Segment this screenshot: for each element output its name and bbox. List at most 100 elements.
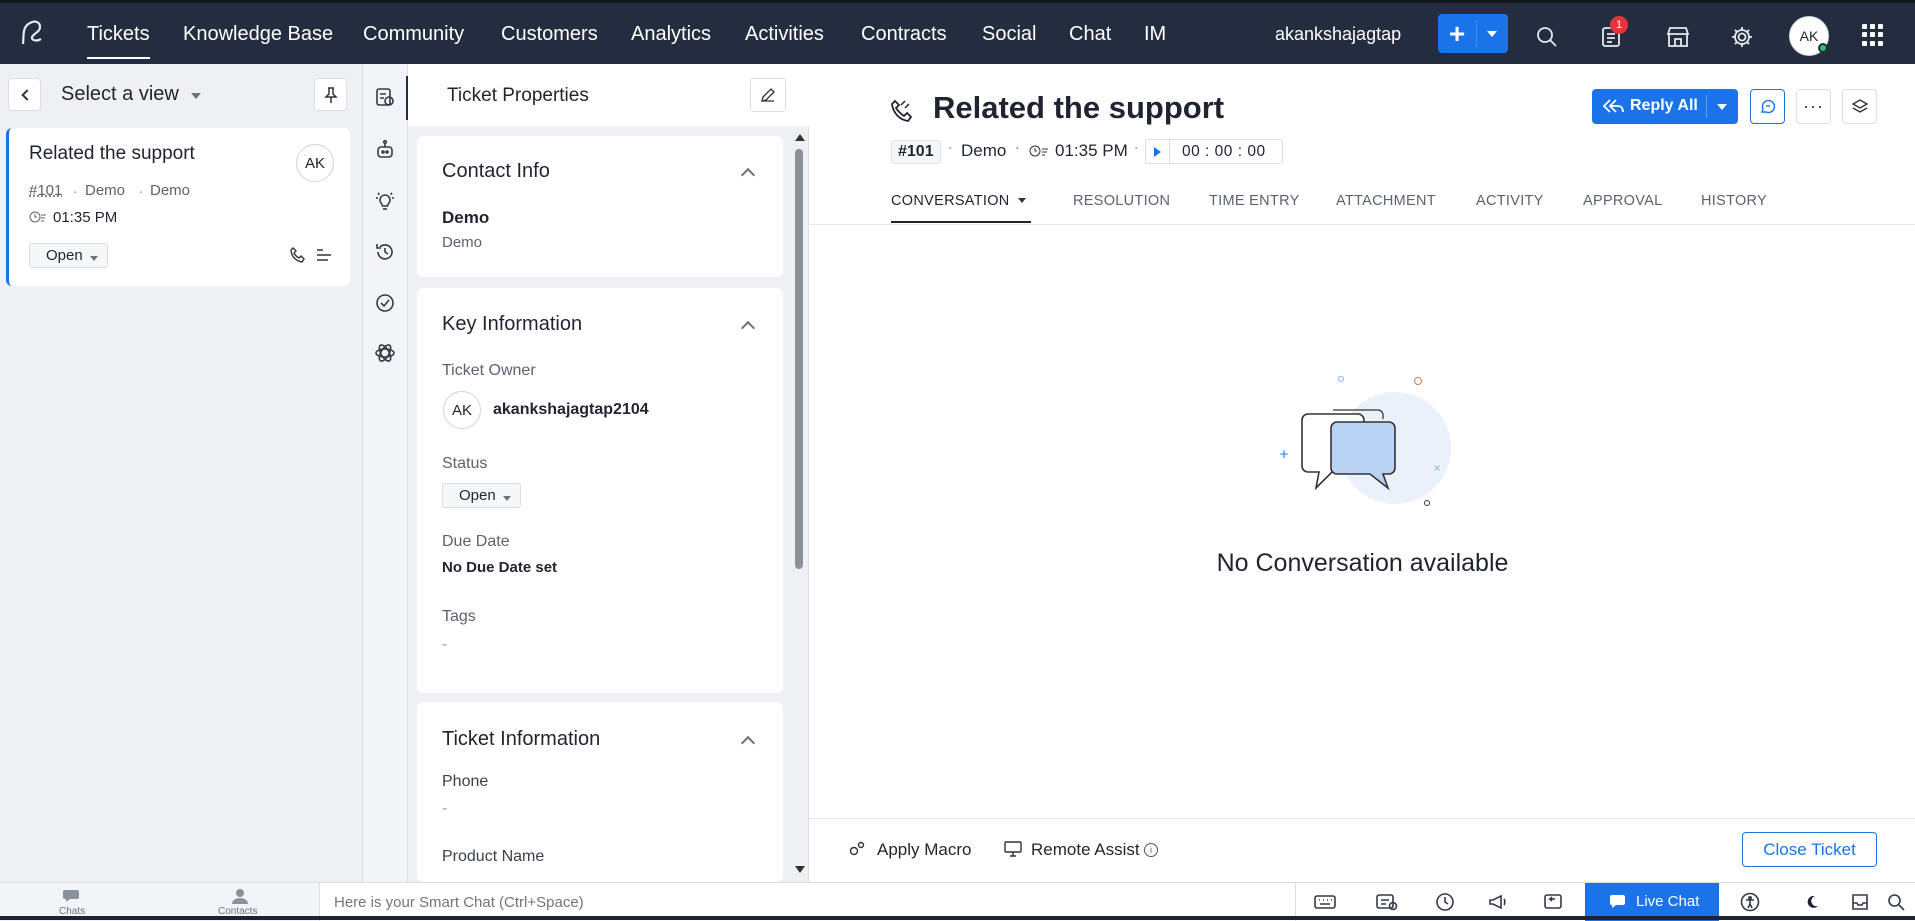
nav-activities[interactable]: Activities <box>745 23 824 46</box>
integrations-atom-icon[interactable] <box>372 340 398 366</box>
ticket-owner-label: Ticket Owner <box>442 362 536 379</box>
tab-activity[interactable]: ACTIVITY <box>1476 193 1544 209</box>
bottom-toolbar: Chats Contacts Live Chat <box>0 882 1915 921</box>
ticket-subject[interactable]: Related the support <box>933 90 1224 126</box>
collapse-key-info-icon[interactable] <box>740 320 756 336</box>
nav-im[interactable]: IM <box>1144 23 1166 46</box>
nav-customers[interactable]: Customers <box>501 23 598 46</box>
ticket-card-contact[interactable]: Demo <box>85 182 125 199</box>
live-chat-label: Live Chat <box>1636 893 1700 910</box>
contact-info-title: Contact Info <box>442 160 550 182</box>
tags-value[interactable]: - <box>442 636 447 654</box>
clock-icon[interactable] <box>1433 891 1457 913</box>
tab-resolution[interactable]: RESOLUTION <box>1073 193 1170 209</box>
app-logo-icon[interactable] <box>16 15 48 49</box>
time-tracker: 00 : 00 : 00 <box>1145 139 1283 164</box>
tasks-icon[interactable] <box>1375 891 1399 913</box>
scroll-down-arrow[interactable] <box>795 866 805 873</box>
ticket-properties-header: Ticket Properties <box>408 64 809 126</box>
history-icon[interactable] <box>372 239 398 265</box>
remote-assist-monitor-icon <box>1004 841 1022 857</box>
collapse-ticket-info-icon[interactable] <box>740 735 756 751</box>
contact-account[interactable]: Demo <box>442 234 482 251</box>
empty-conversation-text: No Conversation available <box>1216 549 1509 577</box>
collapse-contact-info-icon[interactable] <box>740 167 756 183</box>
edit-properties-button[interactable] <box>750 78 786 112</box>
ticket-properties-icon[interactable] <box>372 84 398 110</box>
key-information-title: Key Information <box>442 313 583 335</box>
tab-conversation[interactable]: CONVERSATION <box>891 193 1010 209</box>
due-date-value[interactable]: No Due Date set <box>442 559 557 576</box>
info-icon[interactable]: i <box>1144 843 1158 857</box>
approval-check-icon[interactable] <box>372 290 398 316</box>
tabs-divider <box>810 224 1915 225</box>
zia-bot-icon[interactable] <box>372 137 398 163</box>
phone-label: Phone <box>442 773 489 790</box>
nav-community[interactable]: Community <box>363 23 464 46</box>
window-bottom-edge <box>0 916 1915 920</box>
nav-social[interactable]: Social <box>982 23 1036 46</box>
layers-icon <box>1851 98 1868 113</box>
back-button[interactable] <box>8 78 41 111</box>
due-clock-icon <box>1029 145 1048 157</box>
reply-all-button[interactable]: Reply All <box>1592 89 1738 124</box>
properties-icon-rail <box>363 64 408 882</box>
nav-chat[interactable]: Chat <box>1069 23 1111 46</box>
ticket-contact[interactable]: Demo <box>961 141 1006 161</box>
layers-button[interactable] <box>1842 89 1877 124</box>
chats-icon <box>63 890 79 902</box>
close-ticket-button[interactable]: Close Ticket <box>1742 832 1877 867</box>
inbox-icon[interactable] <box>1848 891 1872 913</box>
announcements-icon[interactable] <box>1486 891 1510 913</box>
smart-chat-input[interactable] <box>324 887 1284 917</box>
apply-macro-button[interactable]: Apply Macro <box>877 840 971 860</box>
app-grid-icon[interactable] <box>1862 24 1884 46</box>
suggestions-bulb-icon[interactable] <box>372 188 398 214</box>
nav-knowledge-base[interactable]: Knowledge Base <box>183 23 333 46</box>
transfer-icon[interactable] <box>1541 891 1565 913</box>
ticket-card-account[interactable]: Demo <box>150 182 190 199</box>
ticket-card-number[interactable]: #101 <box>29 182 62 199</box>
ticket-details-icon[interactable] <box>316 248 332 262</box>
nav-analytics[interactable]: Analytics <box>631 23 711 46</box>
ticket-number[interactable]: #101 <box>891 140 941 164</box>
tab-approval[interactable]: APPROVAL <box>1583 193 1663 209</box>
ticket-card-title[interactable]: Related the support <box>29 143 195 165</box>
nav-tickets[interactable]: Tickets <box>87 23 150 59</box>
tab-history[interactable]: HISTORY <box>1701 193 1767 209</box>
ticket-owner-name[interactable]: akankshajagtap2104 <box>493 401 649 419</box>
macro-gears-icon <box>849 841 865 856</box>
status-label: Status <box>442 455 488 472</box>
pin-button[interactable] <box>314 78 347 111</box>
ticket-card-status-dropdown[interactable]: Open <box>29 243 108 268</box>
timer-play-button[interactable] <box>1146 140 1170 163</box>
portal-user-name[interactable]: akankshajagtap <box>1275 24 1401 45</box>
search-icon[interactable] <box>1532 22 1562 52</box>
accessibility-icon[interactable] <box>1738 891 1762 913</box>
conversation-filter-arrow[interactable] <box>1018 198 1026 203</box>
settings-gear-icon[interactable] <box>1727 22 1757 52</box>
properties-scrollbar[interactable] <box>792 130 806 878</box>
dark-mode-moon-icon[interactable] <box>1800 891 1824 913</box>
reply-options-arrow[interactable] <box>1717 104 1727 110</box>
phone-value[interactable]: - <box>442 800 447 818</box>
nav-contracts[interactable]: Contracts <box>861 23 947 46</box>
search-icon[interactable] <box>1884 891 1908 913</box>
remote-assist-button[interactable]: Remote Assist <box>1031 840 1140 860</box>
keyboard-icon[interactable] <box>1313 891 1337 913</box>
tab-time-entry[interactable]: TIME ENTRY <box>1209 193 1300 209</box>
more-options-button[interactable]: ··· <box>1796 89 1831 124</box>
view-selector[interactable]: Select a view <box>61 83 179 106</box>
view-dropdown-arrow[interactable] <box>191 93 201 99</box>
scroll-up-arrow[interactable] <box>795 134 805 141</box>
ticket-list-item[interactable]: Related the support AK #101 . Demo . Dem… <box>6 128 350 286</box>
marketplace-icon[interactable] <box>1663 22 1693 52</box>
chevron-down-icon <box>1487 31 1497 37</box>
status-dropdown[interactable]: Open <box>442 483 521 508</box>
scrollbar-thumb[interactable] <box>795 149 803 569</box>
tab-attachment[interactable]: ATTACHMENT <box>1336 193 1436 209</box>
new-item-button[interactable]: + <box>1438 14 1508 53</box>
footer-divider <box>810 818 1915 819</box>
comment-button[interactable] <box>1750 89 1785 124</box>
contact-name[interactable]: Demo <box>442 208 489 228</box>
